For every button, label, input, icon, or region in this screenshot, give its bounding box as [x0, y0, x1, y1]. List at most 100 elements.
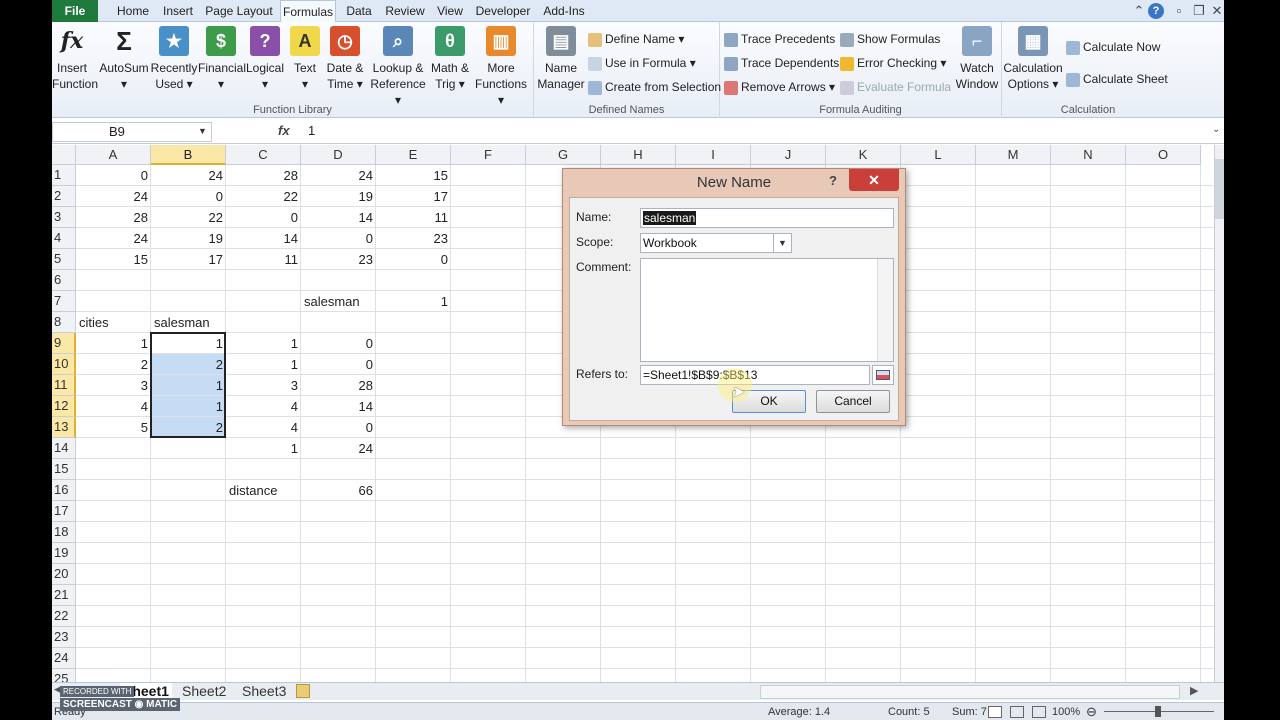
cell-d11[interactable]: 28 — [301, 375, 376, 396]
zoom-slider-thumb[interactable] — [1155, 706, 1161, 717]
text-button[interactable]: A Text ▾ — [288, 26, 322, 92]
row-header-25[interactable]: 25 — [52, 669, 76, 682]
show-formulas-button[interactable]: Show Formulas — [840, 30, 940, 48]
row-header-4[interactable]: 4 — [52, 228, 76, 249]
tab-insert[interactable]: Insert — [158, 0, 198, 22]
cell-a11[interactable]: 3 — [76, 375, 151, 396]
cell-d10[interactable]: 0 — [301, 354, 376, 375]
row-header-7[interactable]: 7 — [52, 291, 76, 312]
cell-c5[interactable]: 11 — [226, 249, 301, 270]
cell-b2[interactable]: 0 — [151, 186, 226, 207]
cell-e4[interactable]: 23 — [376, 228, 451, 249]
name-box-dropdown-icon[interactable]: ▼ — [198, 126, 207, 136]
column-header-o[interactable]: O — [1126, 145, 1201, 165]
comment-textarea[interactable] — [640, 258, 894, 362]
trace-dependents-button[interactable]: Trace Dependents — [724, 54, 839, 72]
autosum-button[interactable]: Σ AutoSum ▾ — [98, 26, 150, 92]
lookup-reference-button[interactable]: ⌕ Lookup & Reference ▾ — [368, 26, 428, 108]
cell-b3[interactable]: 22 — [151, 207, 226, 228]
row-header-8[interactable]: 8 — [52, 312, 76, 333]
column-header-e[interactable]: E — [376, 145, 451, 165]
cell-a10[interactable]: 2 — [76, 354, 151, 375]
name-box[interactable]: B9 — [52, 122, 212, 142]
dialog-help-icon[interactable]: ? — [829, 173, 837, 188]
row-header-17[interactable]: 17 — [52, 501, 76, 522]
row-header-24[interactable]: 24 — [52, 648, 76, 669]
row-header-18[interactable]: 18 — [52, 522, 76, 543]
cell-a1[interactable]: 0 — [76, 165, 151, 186]
row-header-13[interactable]: 13 — [52, 417, 76, 438]
tab-formulas[interactable]: Formulas — [280, 0, 336, 23]
insert-function-icon[interactable]: fx — [278, 123, 290, 138]
column-header-c[interactable]: C — [226, 145, 301, 165]
page-break-view-icon[interactable] — [1032, 706, 1046, 718]
evaluate-formula-button[interactable]: Evaluate Formula — [840, 78, 951, 96]
use-in-formula-button[interactable]: Use in Formula ▾ — [588, 54, 696, 72]
cell-c4[interactable]: 14 — [226, 228, 301, 249]
cell-e1[interactable]: 15 — [376, 165, 451, 186]
column-header-f[interactable]: F — [451, 145, 526, 165]
window-minimize-icon[interactable]: ▫ — [1170, 3, 1188, 18]
window-restore-icon[interactable]: ❐ — [1190, 3, 1208, 19]
comment-scrollbar[interactable] — [877, 259, 893, 361]
row-header-16[interactable]: 16 — [52, 480, 76, 501]
dialog-close-button[interactable]: ✕ — [849, 169, 899, 191]
select-all-button[interactable] — [52, 145, 76, 165]
row-header-14[interactable]: 14 — [52, 438, 76, 459]
sheet-tab-2[interactable]: Sheet2 — [182, 683, 226, 701]
row-header-21[interactable]: 21 — [52, 585, 76, 606]
row-header-2[interactable]: 2 — [52, 186, 76, 207]
cell-a13[interactable]: 5 — [76, 417, 151, 438]
scope-select[interactable]: Workbook ▼ — [640, 233, 792, 253]
row-header-6[interactable]: 6 — [52, 270, 76, 291]
window-close-icon[interactable]: ✕ — [1208, 3, 1224, 19]
column-header-j[interactable]: J — [751, 145, 826, 165]
column-header-a[interactable]: A — [76, 145, 151, 165]
cell-c9[interactable]: 1 — [226, 333, 301, 354]
cell-c10[interactable]: 1 — [226, 354, 301, 375]
cell-b8[interactable]: salesman — [151, 312, 301, 333]
cell-d4[interactable]: 0 — [301, 228, 376, 249]
formula-input[interactable]: 1 — [308, 123, 315, 138]
normal-view-icon[interactable] — [988, 706, 1002, 718]
name-manager-button[interactable]: ▤ Name Manager — [536, 26, 586, 92]
cell-a2[interactable]: 24 — [76, 186, 151, 207]
vertical-scroll-thumb[interactable] — [1215, 159, 1224, 219]
calculation-options-button[interactable]: ▦ Calculation Options ▾ — [1002, 26, 1064, 92]
row-header-10[interactable]: 10 — [52, 354, 76, 375]
column-header-n[interactable]: N — [1051, 145, 1126, 165]
cell-a4[interactable]: 24 — [76, 228, 151, 249]
insert-sheet-icon[interactable] — [296, 684, 310, 698]
date-time-button[interactable]: ◷ Date & Time ▾ — [322, 26, 368, 92]
cell-a3[interactable]: 28 — [76, 207, 151, 228]
tab-developer[interactable]: Developer — [472, 0, 534, 22]
cell-c14[interactable]: 1 — [226, 438, 301, 459]
cell-d2[interactable]: 19 — [301, 186, 376, 207]
tab-page-layout[interactable]: Page Layout — [204, 0, 274, 22]
zoom-level[interactable]: 100% — [1052, 706, 1080, 718]
cell-c13[interactable]: 4 — [226, 417, 301, 438]
cell-b5[interactable]: 17 — [151, 249, 226, 270]
column-header-m[interactable]: M — [976, 145, 1051, 165]
row-header-20[interactable]: 20 — [52, 564, 76, 585]
cell-d9[interactable]: 0 — [301, 333, 376, 354]
row-header-19[interactable]: 19 — [52, 543, 76, 564]
insert-function-button[interactable]: fx Insert Function — [52, 26, 98, 92]
create-from-selection-button[interactable]: Create from Selection — [588, 78, 721, 96]
cell-d1[interactable]: 24 — [301, 165, 376, 186]
recently-used-button[interactable]: ★ Recently Used ▾ — [150, 26, 198, 92]
tab-data[interactable]: Data — [342, 0, 376, 22]
scroll-right-icon[interactable]: ▶ — [1190, 684, 1198, 697]
cell-a12[interactable]: 4 — [76, 396, 151, 417]
column-header-i[interactable]: I — [676, 145, 751, 165]
row-header-22[interactable]: 22 — [52, 606, 76, 627]
cell-c1[interactable]: 28 — [226, 165, 301, 186]
row-header-11[interactable]: 11 — [52, 375, 76, 396]
zoom-out-icon[interactable]: ⊖ — [1086, 704, 1097, 720]
row-header-9[interactable]: 9 — [52, 333, 76, 354]
cancel-button[interactable]: Cancel — [816, 390, 890, 413]
cell-b1[interactable]: 24 — [151, 165, 226, 186]
column-header-d[interactable]: D — [301, 145, 376, 165]
calculate-now-button[interactable]: Calculate Now — [1066, 38, 1160, 56]
collapse-dialog-button[interactable] — [872, 365, 894, 385]
